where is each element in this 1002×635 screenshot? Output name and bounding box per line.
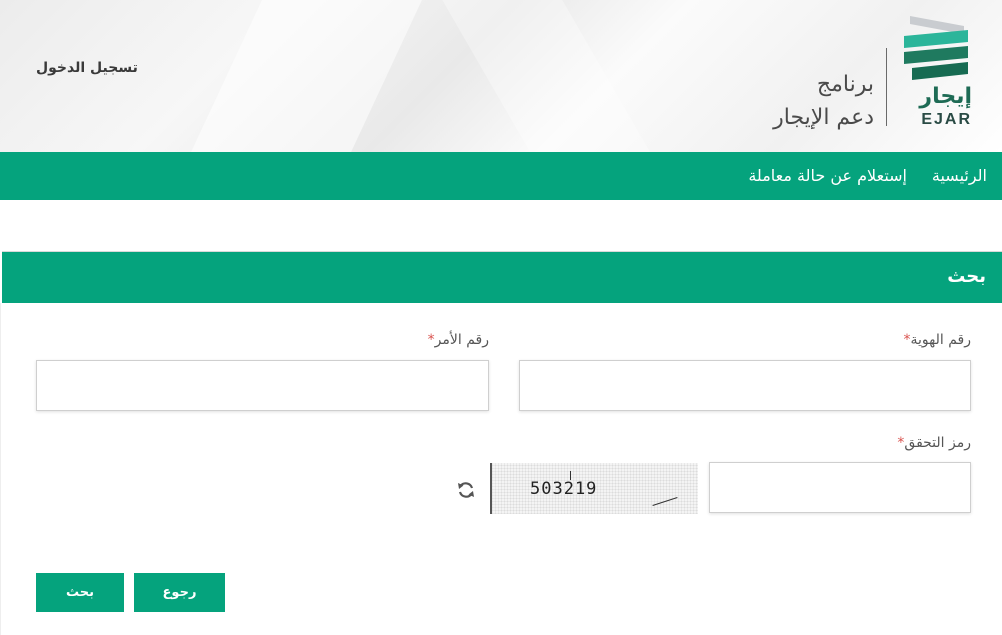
required-mark: * [903, 332, 911, 348]
back-button[interactable]: رجوع [134, 573, 225, 612]
nav-item-transaction-status[interactable]: إستعلام عن حالة معاملة [748, 166, 907, 185]
order-number-input[interactable] [36, 360, 489, 411]
captcha-label: رمز التحقق* [897, 435, 971, 451]
captcha-code: 503219 [530, 479, 598, 499]
nav-item-home[interactable]: الرئيسية [932, 166, 987, 185]
order-number-label: رقم الأمر* [428, 332, 489, 348]
login-link[interactable]: تسجيل الدخول [36, 60, 138, 76]
logo-text-english: EJAR [921, 111, 972, 128]
required-mark: * [427, 332, 435, 348]
captcha-input[interactable] [709, 462, 971, 513]
panel-title: بحث [947, 266, 986, 287]
search-panel-header: بحث [2, 251, 1002, 303]
captcha-image: 503219 [490, 463, 698, 514]
captcha-noise [570, 471, 571, 480]
page-header: تسجيل الدخول برنامج دعم الإيجار إيجار EJ… [0, 0, 1002, 152]
order-number-label-text: رقم الأمر [434, 332, 489, 348]
program-title-line1: برنامج [816, 72, 874, 97]
ejar-logo-icon [904, 16, 968, 80]
search-button[interactable]: بحث [36, 573, 124, 612]
id-number-input[interactable] [519, 360, 971, 411]
logo-text-arabic: إيجار [919, 84, 972, 109]
captcha-noise [652, 497, 678, 506]
header-decoration [430, 0, 690, 152]
main-navbar: الرئيسية إستعلام عن حالة معاملة [0, 152, 1002, 200]
program-title-line2: دعم الإيجار [773, 105, 874, 130]
header-decoration [159, 0, 441, 152]
captcha-label-text: رمز التحقق [904, 435, 971, 451]
refresh-icon[interactable] [456, 480, 476, 500]
header-divider [886, 48, 887, 126]
id-number-label-text: رقم الهوية [910, 332, 971, 348]
id-number-label: رقم الهوية* [904, 332, 971, 348]
